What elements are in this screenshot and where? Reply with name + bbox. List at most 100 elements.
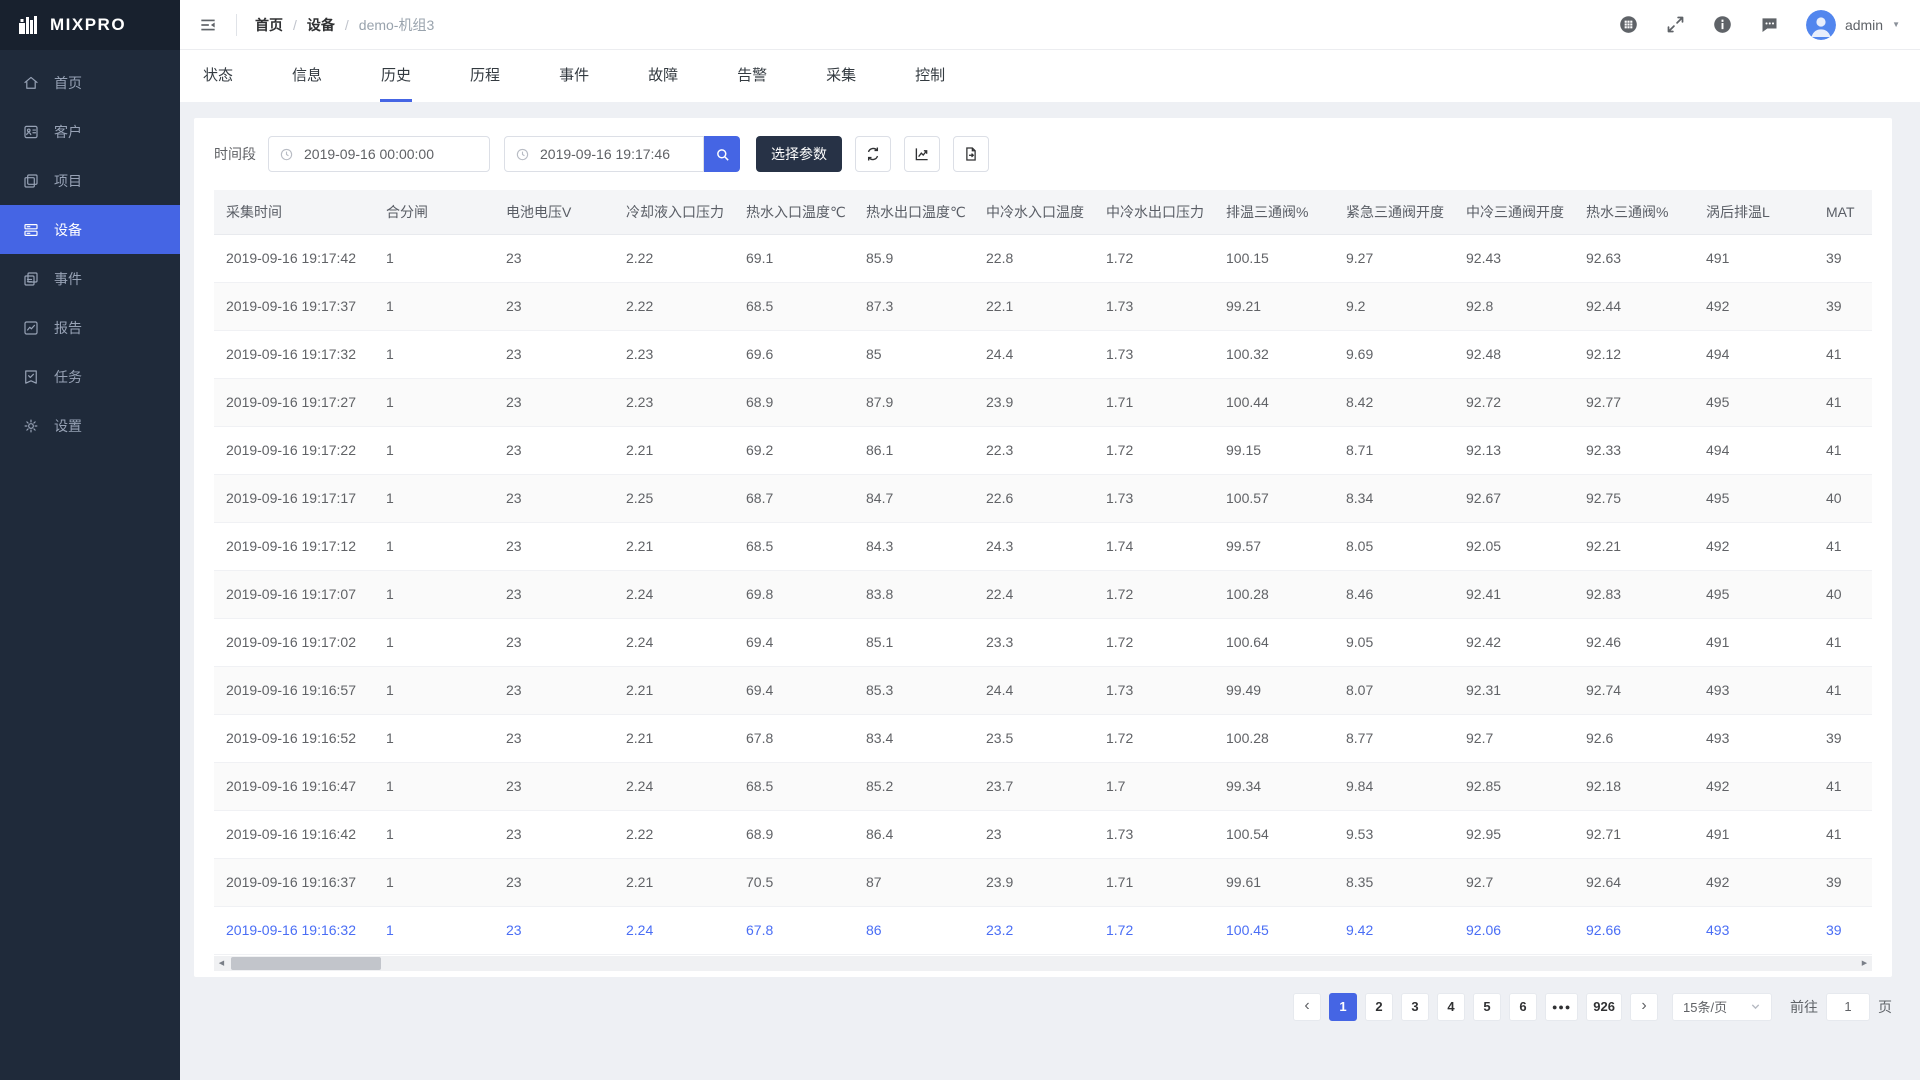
search-button[interactable] <box>704 136 740 172</box>
column-header: 中冷水出口压力 <box>1094 190 1214 234</box>
table-cell: 87.9 <box>854 378 974 426</box>
info-icon[interactable] <box>1712 14 1733 35</box>
tab-历程[interactable]: 历程 <box>469 50 501 102</box>
scroll-left-icon[interactable]: ◀ <box>214 956 229 971</box>
page-button-4[interactable]: 4 <box>1437 993 1465 1021</box>
table-row[interactable]: 2019-09-16 19:17:421232.2269.185.922.81.… <box>214 234 1872 282</box>
page-size-select[interactable]: 15条/页 <box>1672 993 1772 1021</box>
table-row[interactable]: 2019-09-16 19:16:571232.2169.485.324.41.… <box>214 666 1872 714</box>
select-params-button[interactable]: 选择参数 <box>756 136 842 172</box>
table-cell: 84.7 <box>854 474 974 522</box>
table-row[interactable]: 2019-09-16 19:16:521232.2167.883.423.51.… <box>214 714 1872 762</box>
table-cell: 2.22 <box>614 234 734 282</box>
table-row[interactable]: 2019-09-16 19:17:021232.2469.485.123.31.… <box>214 618 1872 666</box>
sidebar-item-event[interactable]: 事件 <box>0 254 180 303</box>
page-button-2[interactable]: 2 <box>1365 993 1393 1021</box>
table-row[interactable]: 2019-09-16 19:17:371232.2268.587.322.11.… <box>214 282 1872 330</box>
sidebar-item-device[interactable]: 设备 <box>0 205 180 254</box>
table-row[interactable]: 2019-09-16 19:16:321232.2467.88623.21.72… <box>214 906 1872 954</box>
more-pages-icon[interactable]: ●●● <box>1545 993 1578 1021</box>
table-cell: 8.42 <box>1334 378 1454 426</box>
table-cell: 69.4 <box>734 618 854 666</box>
table-cell: 493 <box>1694 714 1814 762</box>
table-cell: 2019-09-16 19:17:37 <box>214 282 374 330</box>
table-cell: 99.57 <box>1214 522 1334 570</box>
breadcrumb-item[interactable]: 设备 <box>307 15 335 35</box>
start-time-value[interactable] <box>302 145 479 163</box>
table-row[interactable]: 2019-09-16 19:17:271232.2368.987.923.91.… <box>214 378 1872 426</box>
start-time-input[interactable] <box>268 136 490 172</box>
table-cell: 23 <box>494 234 614 282</box>
column-header: 排温三通阀% <box>1214 190 1334 234</box>
apps-icon[interactable] <box>1618 14 1639 35</box>
table-cell: 100.28 <box>1214 714 1334 762</box>
tab-告警[interactable]: 告警 <box>736 50 768 102</box>
table-row[interactable]: 2019-09-16 19:17:221232.2169.286.122.31.… <box>214 426 1872 474</box>
chart-view-button[interactable] <box>904 136 940 172</box>
sidebar-item-project[interactable]: 项目 <box>0 156 180 205</box>
table-cell: 92.12 <box>1574 330 1694 378</box>
end-time-value[interactable] <box>538 145 693 163</box>
topbar: 首页/设备/demo-机组3 admin ▼ <box>180 0 1920 50</box>
page-button-926[interactable]: 926 <box>1586 993 1622 1021</box>
table-cell: 92.7 <box>1454 714 1574 762</box>
table-row[interactable]: 2019-09-16 19:16:471232.2468.585.223.71.… <box>214 762 1872 810</box>
table-cell: 92.64 <box>1574 858 1694 906</box>
prev-page-button[interactable]: ‹ <box>1293 993 1321 1021</box>
table-cell: 99.21 <box>1214 282 1334 330</box>
page-button-6[interactable]: 6 <box>1509 993 1537 1021</box>
fullscreen-icon[interactable] <box>1665 14 1686 35</box>
table-cell: 86 <box>854 906 974 954</box>
tab-故障[interactable]: 故障 <box>647 50 679 102</box>
table-cell: 92.8 <box>1454 282 1574 330</box>
table-cell: 85.2 <box>854 762 974 810</box>
sidebar-item-home[interactable]: 首页 <box>0 58 180 107</box>
sidebar-item-report[interactable]: 报告 <box>0 303 180 352</box>
table-cell: 23.3 <box>974 618 1094 666</box>
table-cell: 23.5 <box>974 714 1094 762</box>
tab-信息[interactable]: 信息 <box>291 50 323 102</box>
export-button[interactable] <box>953 136 989 172</box>
message-icon[interactable] <box>1759 14 1780 35</box>
table-cell: 41 <box>1814 522 1872 570</box>
table-cell: 1 <box>374 714 494 762</box>
table-cell: 1 <box>374 762 494 810</box>
sidebar-collapse-button[interactable] <box>194 11 222 39</box>
sidebar-item-customer[interactable]: 客户 <box>0 107 180 156</box>
table-row[interactable]: 2019-09-16 19:17:171232.2568.784.722.61.… <box>214 474 1872 522</box>
page-button-3[interactable]: 3 <box>1401 993 1429 1021</box>
clock-icon <box>515 147 530 162</box>
tab-控制[interactable]: 控制 <box>914 50 946 102</box>
user-menu[interactable]: admin ▼ <box>1806 10 1900 40</box>
table-row[interactable]: 2019-09-16 19:17:121232.2168.584.324.31.… <box>214 522 1872 570</box>
goto-page-input[interactable] <box>1826 993 1870 1021</box>
breadcrumb-item[interactable]: 首页 <box>255 15 283 35</box>
sidebar-item-task[interactable]: 任务 <box>0 352 180 401</box>
horizontal-scrollbar[interactable]: ◀ ▶ <box>214 956 1872 971</box>
table-row[interactable]: 2019-09-16 19:17:321232.2369.68524.41.73… <box>214 330 1872 378</box>
table-cell: 69.8 <box>734 570 854 618</box>
table-row[interactable]: 2019-09-16 19:16:421232.2268.986.4231.73… <box>214 810 1872 858</box>
scrollbar-thumb[interactable] <box>231 957 381 970</box>
table-cell: 493 <box>1694 666 1814 714</box>
tab-采集[interactable]: 采集 <box>825 50 857 102</box>
table-row[interactable]: 2019-09-16 19:17:071232.2469.883.822.41.… <box>214 570 1872 618</box>
page-button-5[interactable]: 5 <box>1473 993 1501 1021</box>
column-header: 热水出口温度℃ <box>854 190 974 234</box>
next-page-button[interactable]: › <box>1630 993 1658 1021</box>
page-button-1[interactable]: 1 <box>1329 993 1357 1021</box>
tab-状态[interactable]: 状态 <box>202 50 234 102</box>
table-cell: 39 <box>1814 906 1872 954</box>
table-cell: 2.21 <box>614 666 734 714</box>
scroll-right-icon[interactable]: ▶ <box>1857 956 1872 971</box>
table-row[interactable]: 2019-09-16 19:16:371232.2170.58723.91.71… <box>214 858 1872 906</box>
table-cell: 23.2 <box>974 906 1094 954</box>
end-time-input[interactable] <box>504 136 704 172</box>
breadcrumb-separator: / <box>345 17 349 33</box>
table-cell: 87 <box>854 858 974 906</box>
refresh-button[interactable] <box>855 136 891 172</box>
tab-历史[interactable]: 历史 <box>380 50 412 102</box>
sidebar-item-settings[interactable]: 设置 <box>0 401 180 450</box>
table-cell: 39 <box>1814 234 1872 282</box>
tab-事件[interactable]: 事件 <box>558 50 590 102</box>
